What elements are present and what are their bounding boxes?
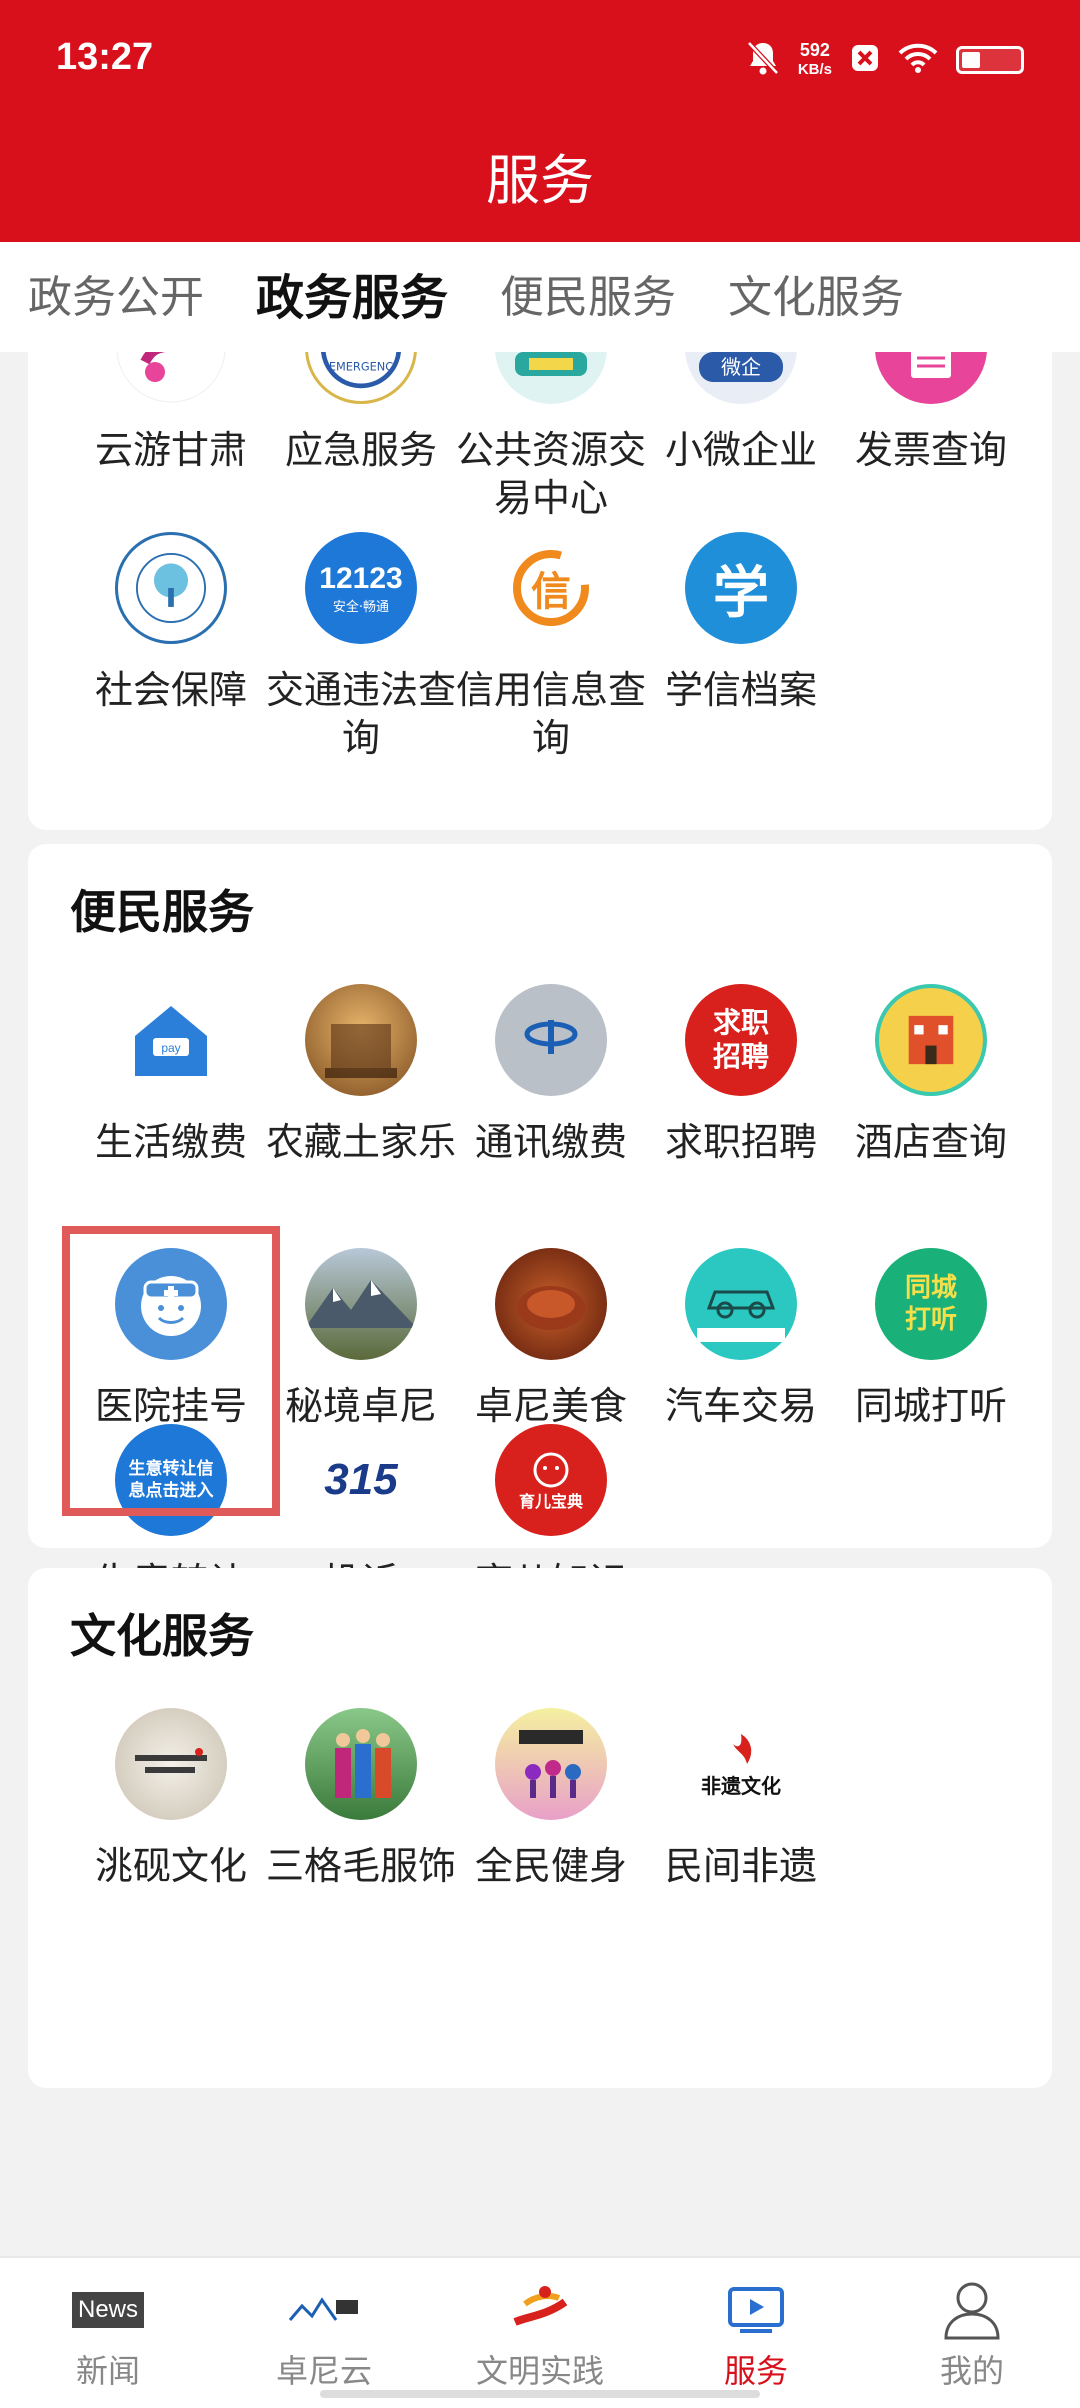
- service-item-car-trade[interactable]: 汽车交易: [646, 1248, 836, 1430]
- service-item-invoice[interactable]: 发票查询: [836, 352, 1026, 474]
- news-icon: News: [0, 2282, 216, 2338]
- service-item-farmhouse[interactable]: 农藏土家乐: [266, 984, 456, 1166]
- service-item-traffic[interactable]: 12123 安全·畅通 交通违法查询: [266, 532, 456, 762]
- svg-text:EMERGENC: EMERGENC: [329, 360, 393, 374]
- service-item-micro-enterprise[interactable]: 微企 小微企业: [646, 352, 836, 474]
- battery-icon: [956, 46, 1024, 74]
- status-time: 13:27: [56, 36, 154, 78]
- costume-photo-icon: [305, 1708, 417, 1820]
- service-item-tourism[interactable]: 云游甘肃: [76, 352, 266, 474]
- notification-x-icon: [850, 43, 880, 77]
- invoice-icon: [875, 352, 987, 404]
- service-item-credit[interactable]: 信 信用信息查询: [456, 532, 646, 762]
- service-item-student-archive[interactable]: 学 学信档案: [646, 532, 836, 714]
- home-indicator: [320, 2390, 760, 2398]
- nav-profile[interactable]: 我的: [864, 2258, 1080, 2408]
- status-icons: 592 KB/s: [746, 40, 1024, 80]
- service-item-social-security[interactable]: 社会保障: [76, 532, 266, 714]
- status-bar: 13:27 592 KB/s: [0, 0, 1080, 120]
- tourism-logo-icon: [115, 352, 227, 404]
- traffic-12123-icon: 12123 安全·畅通: [305, 532, 417, 644]
- city-inquiry-icon: 同城打听: [875, 1248, 987, 1360]
- food-photo-icon: [495, 1248, 607, 1360]
- service-item-hotel[interactable]: 酒店查询: [836, 984, 1026, 1166]
- gov-services-card: 云游甘肃 EMERGENC 应急服务 公共资源交易中心 微企 小微企业 发票查询: [28, 352, 1052, 830]
- service-item-emergency[interactable]: EMERGENC 应急服务: [266, 352, 456, 474]
- network-speed: 592 KB/s: [797, 40, 832, 78]
- service-item-city-inquiry[interactable]: 同城打听 同城打听: [836, 1248, 1026, 1430]
- service-play-icon: [648, 2282, 864, 2338]
- micro-enterprise-icon: 微企: [685, 352, 797, 404]
- tab-gov-service[interactable]: 政务服务: [256, 258, 448, 360]
- profile-icon: [864, 2282, 1080, 2340]
- culture-services-card: 文化服务 洮砚文化 三格毛服饰 全民健身 非遗文化 民间非遗: [28, 1568, 1052, 2088]
- social-security-icon: [115, 532, 227, 644]
- car-trade-icon: [685, 1248, 797, 1360]
- app-header: 13:27 592 KB/s 服务: [0, 0, 1080, 242]
- fitness-icon: [495, 1708, 607, 1820]
- hotel-icon: [875, 984, 987, 1096]
- service-item-inkstone[interactable]: 洮砚文化: [76, 1708, 266, 1890]
- farmhouse-icon: [305, 984, 417, 1096]
- nav-civilization[interactable]: 文明实践: [432, 2258, 648, 2408]
- credit-icon: 信: [495, 532, 607, 644]
- nav-service[interactable]: 服务: [648, 2258, 864, 2408]
- china-telecom-icon: [495, 984, 607, 1096]
- complaint-315-icon: 315: [305, 1424, 417, 1536]
- heritage-icon: 非遗文化: [685, 1708, 797, 1820]
- tab-convenience[interactable]: 便民服务: [500, 261, 676, 333]
- wifi-icon: [898, 42, 938, 78]
- section-title-culture: 文化服务: [70, 1609, 254, 1663]
- service-item-costume[interactable]: 三格毛服饰: [266, 1708, 456, 1890]
- service-item-scenic[interactable]: 秘境卓尼: [266, 1248, 456, 1430]
- page-title: 服务: [486, 149, 594, 212]
- job-recruit-icon: 求职招聘: [685, 984, 797, 1096]
- bottom-navigation: News 新闻 卓尼云 文明实践 服务 我的: [0, 2256, 1080, 2408]
- mute-bell-icon: [746, 40, 780, 80]
- service-item-telecom-pay[interactable]: 通讯缴费: [456, 984, 646, 1166]
- svg-text:微企: 微企: [721, 355, 761, 379]
- mountain-photo-icon: [305, 1248, 417, 1360]
- section-title-convenience: 便民服务: [70, 885, 254, 939]
- public-resource-icon: [495, 352, 607, 404]
- category-tabs: 政务公开 政务服务 便民服务 文化服务: [0, 242, 1080, 360]
- emergency-badge-icon: EMERGENC: [305, 352, 417, 404]
- parenting-icon: 育儿宝典: [495, 1424, 607, 1536]
- service-item-heritage[interactable]: 非遗文化 民间非遗: [646, 1708, 836, 1890]
- service-item-job[interactable]: 求职招聘 求职招聘: [646, 984, 836, 1166]
- service-item-public-resource[interactable]: 公共资源交易中心: [456, 352, 646, 522]
- nav-cloud[interactable]: 卓尼云: [216, 2258, 432, 2408]
- service-item-fitness[interactable]: 全民健身: [456, 1708, 646, 1890]
- nav-news[interactable]: News 新闻: [0, 2258, 216, 2408]
- tab-culture[interactable]: 文化服务: [728, 261, 904, 333]
- service-item-food[interactable]: 卓尼美食: [456, 1248, 646, 1430]
- svg-text:pay: pay: [161, 1041, 180, 1055]
- student-archive-icon: 学: [685, 532, 797, 644]
- selection-highlight: [62, 1226, 280, 1516]
- tab-gov-public[interactable]: 政务公开: [28, 261, 204, 333]
- cloud-logo-icon: [216, 2282, 432, 2338]
- service-item-utility-pay[interactable]: pay 生活缴费: [76, 984, 266, 1166]
- house-pay-icon: pay: [115, 984, 227, 1096]
- civilization-icon: [432, 2282, 648, 2338]
- inkstone-icon: [115, 1708, 227, 1820]
